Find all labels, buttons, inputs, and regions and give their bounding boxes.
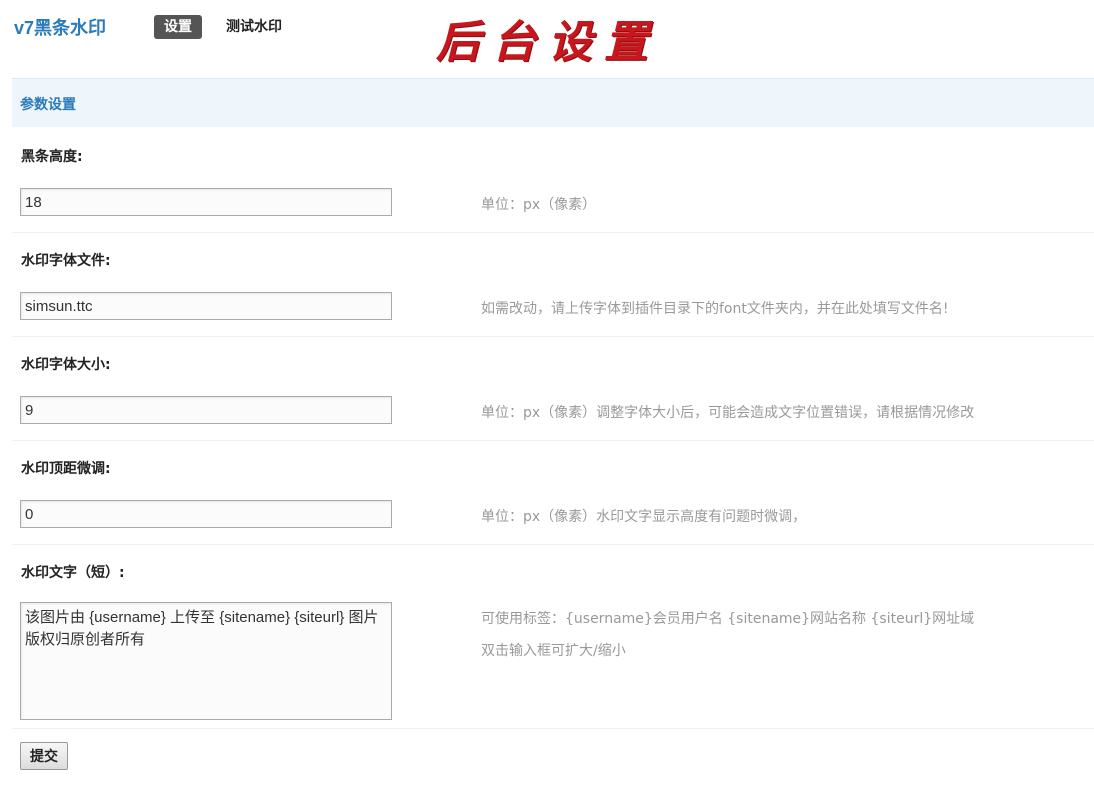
field-label-top-offset: 水印顶距微调: bbox=[21, 461, 111, 477]
tab-test-watermark[interactable]: 测试水印 bbox=[226, 15, 282, 39]
submit-button[interactable]: 提交 bbox=[20, 742, 68, 770]
divider bbox=[12, 336, 1094, 337]
hint-font-file: 如需改动，请上传字体到插件目录下的font文件夹内，并在此处填写文件名! bbox=[481, 301, 949, 317]
field-label-font-size: 水印字体大小: bbox=[21, 357, 111, 373]
font-file-input[interactable] bbox=[20, 292, 392, 320]
divider bbox=[12, 232, 1094, 233]
section-header: 参数设置 bbox=[12, 78, 1094, 127]
field-label-watermark-text: 水印文字（短）: bbox=[21, 565, 125, 581]
field-label-bar-height: 黑条高度: bbox=[21, 149, 83, 165]
tab-settings[interactable]: 设置 bbox=[154, 15, 202, 39]
hint-watermark-text: 可使用标签：{username}会员用户名 {sitename}网站名称 {si… bbox=[481, 611, 975, 627]
plugin-title: v7黑条水印 bbox=[14, 18, 107, 38]
hint-top-offset: 单位：px（像素）水印文字显示高度有问题时微调， bbox=[481, 509, 807, 525]
hint-font-size: 单位：px（像素）调整字体大小后，可能会造成文字位置错误，请根据情况修改 bbox=[481, 405, 975, 421]
divider bbox=[12, 728, 1094, 729]
hint-watermark-text-dblclick: 双击输入框可扩大/缩小 bbox=[481, 643, 626, 659]
watermark-text-textarea[interactable]: 该图片由 {username} 上传至 {sitename} {siteurl}… bbox=[20, 602, 392, 720]
divider bbox=[12, 440, 1094, 441]
top-offset-input[interactable] bbox=[20, 500, 392, 528]
overlay-title: 后台设置 bbox=[436, 17, 660, 68]
divider bbox=[12, 544, 1094, 545]
font-size-input[interactable] bbox=[20, 396, 392, 424]
section-title: 参数设置 bbox=[20, 97, 76, 113]
top-bar: v7黑条水印 设置 测试水印 后台设置 bbox=[0, 0, 1094, 70]
hint-bar-height: 单位：px（像素） bbox=[481, 197, 597, 213]
bar-height-input[interactable] bbox=[20, 188, 392, 216]
field-label-font-file: 水印字体文件: bbox=[21, 253, 111, 269]
